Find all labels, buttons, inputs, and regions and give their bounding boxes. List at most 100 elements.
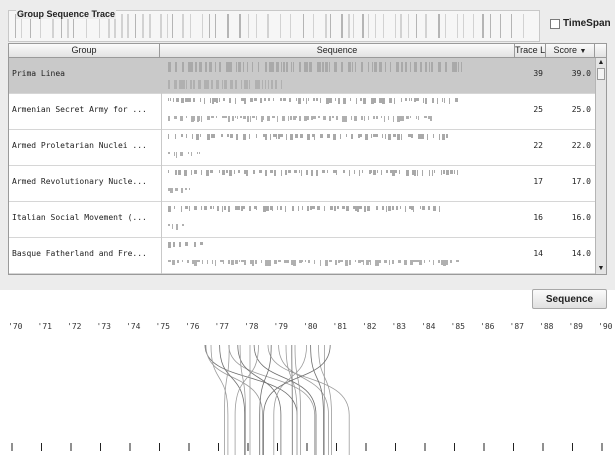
scroll-up-icon[interactable]: ▲ <box>596 58 606 68</box>
sequence-mark <box>446 134 448 138</box>
sequence-mark <box>437 98 438 104</box>
sequence-mark <box>270 206 272 210</box>
sequence-mark <box>229 98 231 103</box>
sequence-mark <box>299 170 300 173</box>
trace-bar <box>239 14 241 38</box>
trace-bar <box>341 14 343 38</box>
sequence-mark <box>443 170 445 174</box>
sequence-mark <box>348 62 351 72</box>
sequence-mark <box>212 170 213 173</box>
sequence-mark <box>215 260 216 266</box>
trace-curve <box>291 344 293 455</box>
sequence-mark <box>311 170 313 176</box>
sequence-mark <box>388 116 389 120</box>
sequence-mark <box>399 170 400 174</box>
sequence-mark <box>360 134 362 137</box>
sequence-mark <box>411 134 413 138</box>
sequence-mark <box>364 116 365 121</box>
column-header-sequence[interactable]: Sequence <box>160 44 515 57</box>
sequence-mark <box>327 134 330 138</box>
sequence-mark <box>433 134 434 138</box>
sequence-mark <box>386 206 387 212</box>
sequence-mark <box>420 62 422 72</box>
sequence-mark <box>392 260 394 264</box>
sequence-mark <box>288 170 291 173</box>
sequence-mark <box>318 116 320 118</box>
sequence-mark <box>192 134 193 139</box>
sequence-mark <box>174 80 177 89</box>
table-row[interactable]: Armed Revolutionary Nucle... 17 17.0 <box>9 166 595 202</box>
vertical-scrollbar[interactable]: ▲ ▼ <box>595 58 606 274</box>
sequence-mark <box>219 62 221 72</box>
trace-bar <box>182 14 184 38</box>
column-header-score[interactable]: Score ▼ <box>546 44 595 57</box>
sequence-mark <box>200 134 201 137</box>
sequence-mark <box>350 98 351 101</box>
scroll-thumb[interactable] <box>597 68 605 80</box>
trace-bar <box>280 14 281 38</box>
table-row[interactable]: Basque Fatherland and Fre... 14 14.0 <box>9 238 595 274</box>
sequence-mark <box>385 62 386 72</box>
sequence-mark <box>175 188 178 191</box>
sequence-mark <box>168 152 170 154</box>
sequence-mark <box>182 260 183 262</box>
table-row[interactable]: Prima Linea 39 39.0 <box>9 58 595 94</box>
sequence-mark <box>186 80 187 89</box>
sequence-mark <box>312 206 315 209</box>
checkbox-icon[interactable] <box>550 18 560 29</box>
table-row[interactable]: Italian Social Movement (... 16 16.0 <box>9 202 595 238</box>
sequence-mark <box>168 134 169 139</box>
sequence-mark <box>291 62 292 72</box>
sequence-mark <box>409 98 410 101</box>
sequence-mark <box>417 260 419 262</box>
sequence-mark <box>421 134 424 139</box>
year-label: '76 <box>185 322 200 331</box>
sequence-mark <box>429 170 430 176</box>
sequence-mark <box>241 98 244 101</box>
table-row[interactable]: Armed Proletarian Nuclei ... 22 22.0 <box>9 130 595 166</box>
sequence-mark <box>194 260 197 266</box>
sequence-mark <box>446 170 449 175</box>
sequence-mark <box>396 206 398 210</box>
sequence-mark <box>267 116 270 121</box>
sequence-mark <box>182 62 184 72</box>
sequence-mark <box>369 206 370 211</box>
trace-panel-title: Group Sequence Trace <box>16 9 117 19</box>
sequence-mark <box>222 206 223 212</box>
sequence-mark <box>322 62 324 72</box>
sequence-mark <box>428 206 430 210</box>
sequence-mark <box>249 134 250 139</box>
sequence-mark <box>268 80 269 89</box>
sequence-mark <box>298 206 299 211</box>
column-header-trace-length[interactable]: Trace L... <box>515 44 546 57</box>
sequence-button[interactable]: Sequence <box>532 289 607 309</box>
sequence-mark <box>373 116 375 119</box>
scroll-down-icon[interactable]: ▼ <box>596 264 606 274</box>
sequence-mark <box>329 98 332 103</box>
sequence-mark <box>414 170 416 176</box>
sequence-mark <box>241 206 243 211</box>
sequence-mark <box>200 242 203 245</box>
sequence-mark <box>336 170 337 175</box>
sequence-mark <box>425 62 427 72</box>
sequence-mark <box>313 116 316 119</box>
group-name-cell: Prima Linea <box>12 69 65 78</box>
column-header-group[interactable]: Group <box>9 44 160 57</box>
sequence-mark <box>449 98 450 104</box>
table-row[interactable]: Armenian Secret Army for ... 25 25.0 <box>9 94 595 130</box>
sequence-mark <box>344 206 345 209</box>
sequence-mark <box>224 206 226 210</box>
sequence-mark <box>368 260 370 262</box>
sequence-mark <box>418 98 419 101</box>
sequence-mark <box>361 116 363 120</box>
sequence-mark <box>406 170 409 176</box>
sequence-mark <box>424 116 427 118</box>
sequence-mark <box>191 152 192 156</box>
sequence-mark <box>434 170 435 173</box>
trace-curve <box>210 344 229 455</box>
sequence-mark <box>277 116 278 122</box>
timespan-checkbox[interactable]: TimeSpan <box>550 18 611 29</box>
sequence-mark <box>181 188 183 193</box>
sequence-mark <box>377 260 379 266</box>
trace-length-cell: 22 <box>533 141 543 150</box>
